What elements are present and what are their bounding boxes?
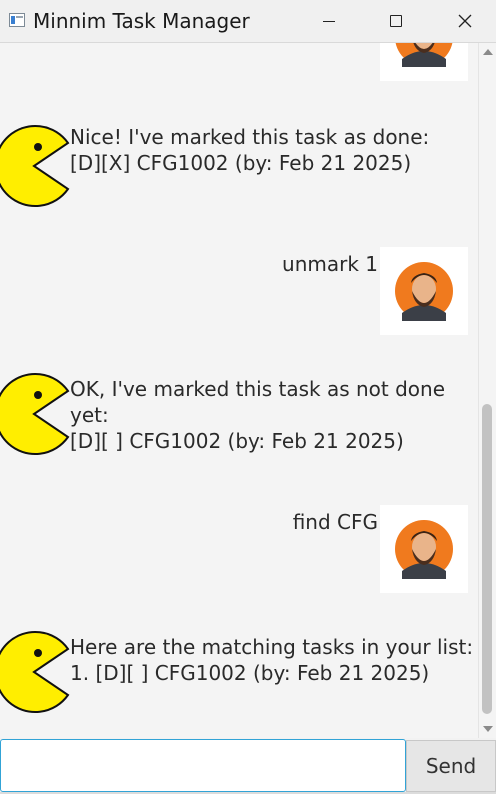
- bot-avatar: [0, 121, 70, 211]
- send-button[interactable]: Send: [406, 740, 496, 792]
- bearded-man-icon: [395, 262, 453, 321]
- minimize-icon: [323, 20, 335, 22]
- user-message-text: find CFG: [292, 510, 378, 534]
- scroll-up-icon[interactable]: [483, 49, 493, 55]
- scroll-down-icon[interactable]: [483, 726, 493, 732]
- title-bar: Minnim Task Manager: [0, 0, 496, 43]
- bot-message-text: Here are the matching tasks in your list…: [70, 635, 474, 685]
- user-message-text: unmark 1: [282, 252, 378, 276]
- user-avatar: [380, 247, 468, 335]
- pacman-icon: [0, 125, 70, 207]
- bearded-man-icon: [395, 43, 453, 67]
- bot-avatar: [0, 369, 70, 459]
- maximize-button[interactable]: [373, 0, 419, 42]
- bot-message-text: OK, I've marked this task as not done ye…: [70, 377, 446, 453]
- minimize-button[interactable]: [306, 0, 352, 42]
- app-window-icon: [9, 13, 25, 27]
- close-icon: [458, 14, 472, 28]
- close-button[interactable]: [442, 0, 488, 42]
- message-input[interactable]: [0, 739, 406, 792]
- bearded-man-icon: [395, 520, 453, 579]
- pacman-icon: [0, 631, 70, 713]
- scrollbar-thumb[interactable]: [482, 404, 492, 714]
- user-avatar: [380, 43, 468, 81]
- user-avatar: [380, 505, 468, 593]
- maximize-icon: [390, 15, 402, 27]
- vertical-scrollbar[interactable]: [478, 43, 496, 738]
- window-title: Minnim Task Manager: [33, 9, 250, 33]
- pacman-icon: [0, 373, 70, 455]
- bot-message-text: Nice! I've marked this task as done: [D]…: [70, 125, 430, 175]
- bot-avatar: [0, 627, 70, 717]
- chat-scroll-area[interactable]: Nice! I've marked this task as done: [D]…: [0, 43, 478, 738]
